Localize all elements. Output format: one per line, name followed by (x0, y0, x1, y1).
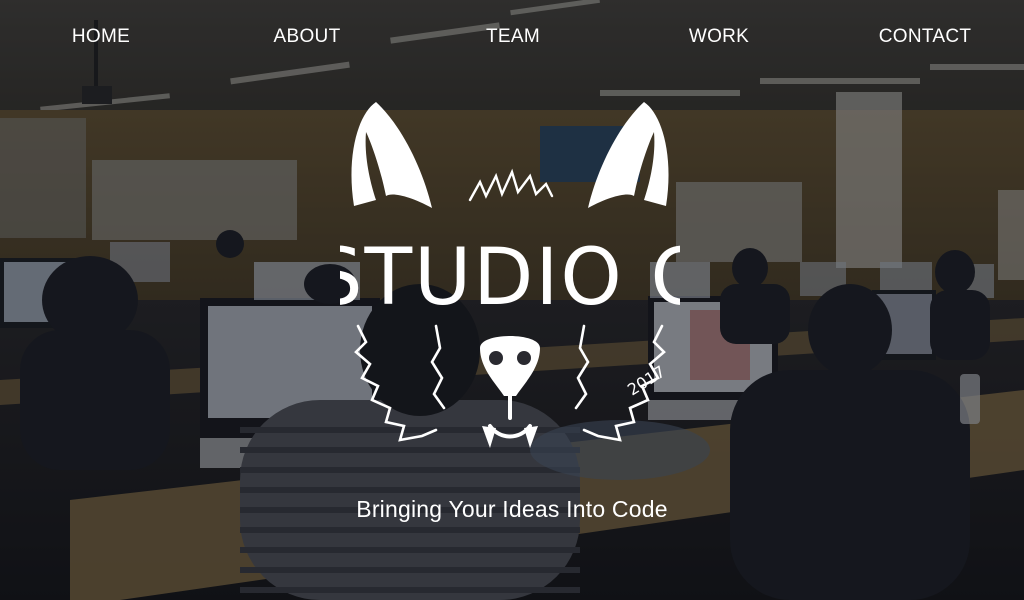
logo-wordmark: STUDIO C (340, 233, 680, 323)
top-nav: HOME ABOUT TEAM WORK CONTACT (0, 0, 1024, 76)
nav-work-link[interactable]: WORK (689, 26, 749, 48)
nav-home-link[interactable]: HOME (72, 26, 130, 48)
nav-team-link[interactable]: TEAM (486, 26, 540, 48)
nav-contact-link[interactable]: CONTACT (879, 26, 972, 48)
nav-about-link[interactable]: ABOUT (274, 26, 341, 48)
hero-section: HOME ABOUT TEAM WORK CONTACT STUDIO C 20… (0, 0, 1024, 600)
studio-c-logo: STUDIO C 2017 (340, 102, 680, 448)
hero-tagline: Bringing Your Ideas Into Code (356, 496, 668, 522)
